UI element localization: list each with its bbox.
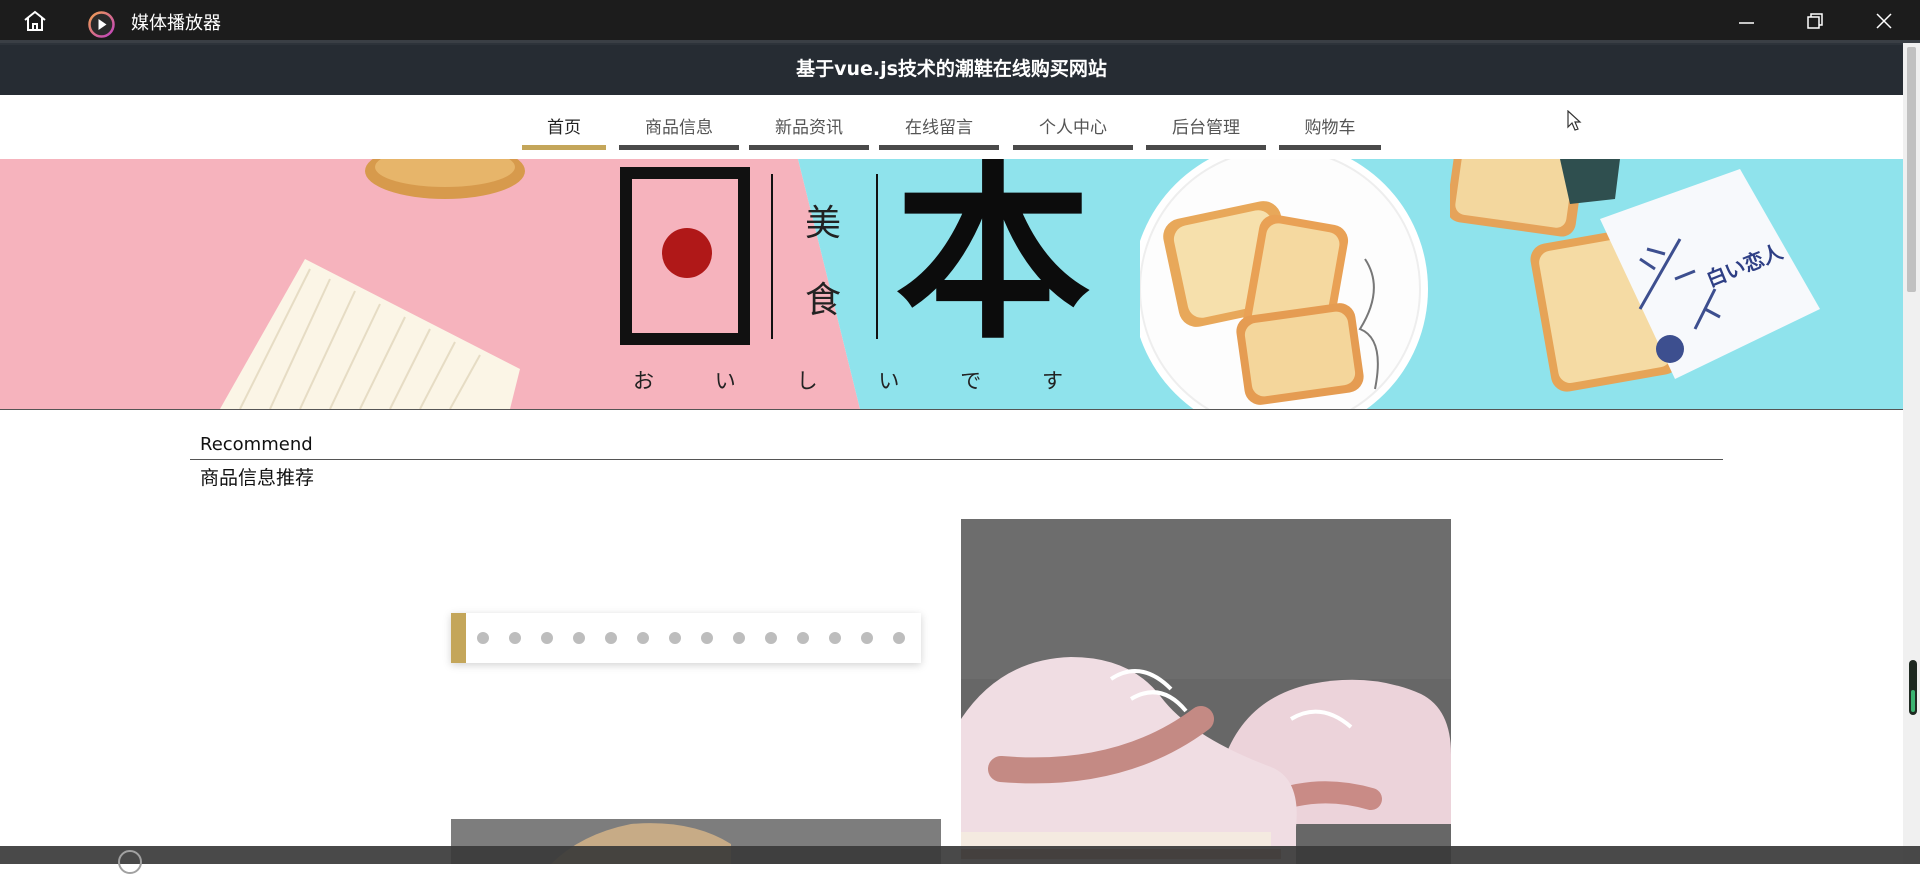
- media-player-icon: [88, 11, 115, 38]
- volume-indicator[interactable]: [1909, 660, 1917, 715]
- carousel-dot[interactable]: [477, 632, 489, 644]
- nav-item-home[interactable]: 首页: [522, 111, 606, 150]
- banner-kana-5: で: [960, 369, 982, 393]
- banner-small-char-1: 美: [805, 203, 842, 244]
- banner-divider-left: [771, 174, 773, 339]
- volume-indicator-fill: [1911, 690, 1915, 712]
- page-scrollbar[interactable]: [1903, 43, 1920, 864]
- sneaker-illustration: [961, 519, 1451, 864]
- hero-banner[interactable]: 日 美 食 本 お い し い で す 白い恋人: [0, 159, 1903, 410]
- nav-item-products[interactable]: 商品信息: [619, 111, 739, 150]
- home-icon[interactable]: [22, 10, 48, 32]
- nav-item-news[interactable]: 新品资讯: [749, 111, 869, 150]
- nav-item-cart[interactable]: 购物车: [1279, 111, 1381, 150]
- carousel-indicator-bar: [451, 613, 921, 663]
- carousel-dot[interactable]: [669, 632, 681, 644]
- banner-kana-3: し: [796, 369, 818, 393]
- carousel-dot[interactable]: [797, 632, 809, 644]
- carousel-dot[interactable]: [733, 632, 745, 644]
- mouse-cursor-icon: [1567, 110, 1582, 131]
- carousel-dot[interactable]: [637, 632, 649, 644]
- carousel-dot[interactable]: [701, 632, 713, 644]
- banner-divider-right: [876, 174, 878, 339]
- main-nav: 首页 商品信息 新品资讯 在线留言 个人中心 后台管理 购物车: [0, 95, 1903, 159]
- banner-kana-4: い: [878, 369, 900, 393]
- carousel-dot[interactable]: [509, 632, 521, 644]
- maximize-icon[interactable]: [1805, 11, 1825, 31]
- recommend-title-en: Recommend: [200, 434, 313, 455]
- banner-char-origin: 本: [895, 159, 1092, 366]
- recommend-divider: [190, 459, 1723, 460]
- carousel-dot[interactable]: [893, 632, 905, 644]
- banner-kana-1: お: [633, 369, 654, 393]
- recommend-title-cn: 商品信息推荐: [200, 467, 315, 489]
- banner-char-sun-frame: [620, 159, 760, 349]
- carousel-dot[interactable]: [541, 632, 553, 644]
- carousel-dot[interactable]: [573, 632, 585, 644]
- carousel-dot[interactable]: [765, 632, 777, 644]
- scrollbar-thumb[interactable]: [1907, 47, 1916, 292]
- banner-small-char-2: 食: [805, 280, 842, 321]
- player-control-bar: [0, 846, 1920, 874]
- player-control-button[interactable]: [118, 850, 142, 874]
- nav-item-personal-center[interactable]: 个人中心: [1013, 111, 1133, 150]
- carousel-dot[interactable]: [861, 632, 873, 644]
- window-title-bar: 媒体播放器: [0, 0, 1920, 40]
- banner-kana-6: す: [1041, 369, 1063, 393]
- carousel-indicator-accent: [451, 613, 466, 663]
- app-title: 媒体播放器: [131, 13, 221, 34]
- site-header-title: 基于vue.js技术的潮鞋在线购买网站: [0, 43, 1903, 95]
- carousel-dot[interactable]: [829, 632, 841, 644]
- close-icon[interactable]: [1874, 11, 1894, 31]
- minimize-icon[interactable]: [1737, 11, 1757, 31]
- product-image-sneakers[interactable]: [961, 519, 1451, 864]
- banner-kana-2: い: [714, 369, 736, 393]
- carousel-dot[interactable]: [605, 632, 617, 644]
- banner-kana-row: お い し い で す: [633, 365, 1063, 395]
- nav-item-admin[interactable]: 后台管理: [1146, 111, 1266, 150]
- nav-item-messages[interactable]: 在线留言: [879, 111, 999, 150]
- banner-packaged-cookies: 白い恋人: [1450, 159, 1820, 392]
